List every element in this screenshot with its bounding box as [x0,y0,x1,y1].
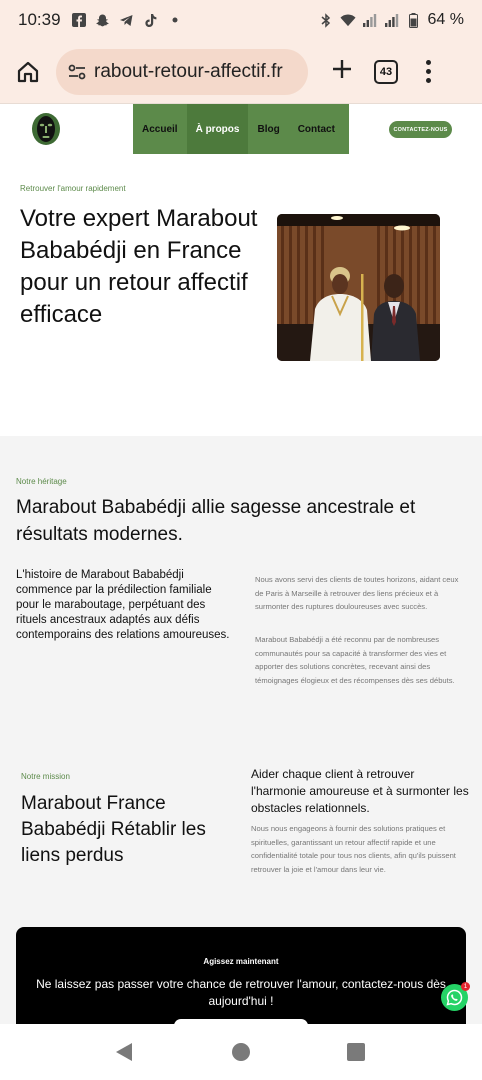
heritage-paragraph-1: Nous avons servi des clients de toutes h… [255,575,459,611]
mask-logo-icon [32,113,60,145]
mission-eyebrow: Notre mission [21,772,70,781]
wifi-icon [340,12,356,28]
status-bar: 10:39 64 % [0,0,482,40]
home-icon [17,61,39,82]
browser-toolbar: rabout-retour-affectif.fr 43 [0,40,482,104]
hero-photo [277,214,440,361]
heritage-title: Marabout Bababédji allie sagesse ancestr… [16,497,416,545]
android-nav-bar [0,1024,482,1080]
whatsapp-icon [446,989,463,1006]
battery-percentage: 64 % [427,11,464,28]
mission-body: Nous nous engageons à fournir des soluti… [251,824,456,874]
menu-dot [425,60,431,65]
address-bar[interactable]: rabout-retour-affectif.fr [56,48,308,95]
nav-a-propos[interactable]: À propos [186,104,249,154]
url-text: rabout-retour-affectif.fr [94,60,283,82]
tiktok-icon [143,12,159,28]
site-logo[interactable] [31,112,61,146]
cta-text: Ne laissez pas passer votre chance de re… [36,977,446,1008]
bluetooth-icon [318,12,334,28]
heritage-lead: L'histoire de Marabout Bababédji commenc… [16,569,230,641]
dot-icon [167,12,183,28]
main-navigation: Accueil À propos Blog Contact [133,104,349,154]
tab-switcher-button[interactable]: 43 [374,59,398,84]
signal-icon [362,12,378,28]
nav-blog[interactable]: Blog [248,104,288,154]
heritage-paragraph-2: Marabout Bababédji a été reconnu par de … [255,635,455,685]
mission-title: Marabout France Bababédji Rétablir les l… [21,793,206,866]
home-nav-button[interactable] [232,1043,250,1061]
hero-eyebrow: Retrouver l'amour rapidement [20,184,126,193]
cta-banner: Agissez maintenant Ne laissez pas passer… [16,927,466,1028]
cta-eyebrow: Agissez maintenant [203,957,279,966]
recents-button[interactable] [347,1043,365,1061]
back-icon [116,1043,132,1061]
telegram-icon [119,12,135,28]
hero-title: Votre expert Marabout Bababédji en Franc… [20,205,258,328]
battery-icon [406,12,422,28]
site-settings-icon[interactable] [66,61,88,83]
facebook-icon [71,12,87,28]
site-header: Accueil À propos Blog Contact CONTACTEZ-… [0,104,482,154]
home-button[interactable] [12,56,44,88]
whatsapp-badge: 1 [461,982,470,991]
new-tab-button[interactable] [326,56,358,88]
nav-contact[interactable]: Contact [289,104,344,154]
menu-dot [425,69,431,74]
nav-accueil[interactable]: Accueil [133,104,187,154]
heritage-eyebrow: Notre héritage [16,477,67,486]
browser-menu-button[interactable] [424,60,432,83]
system-indicators: 64 % [318,11,464,29]
mission-lead: Aider chaque client à retrouver l'harmon… [251,767,469,815]
clock: 10:39 [18,10,61,29]
signal-icon-2 [384,12,400,28]
plus-icon [333,59,351,78]
contact-us-button[interactable]: CONTACTEZ-NOUS [389,121,452,138]
snapchat-icon [95,12,111,28]
back-button[interactable] [115,1042,133,1067]
menu-dot [425,78,431,83]
notification-icons [71,12,183,28]
